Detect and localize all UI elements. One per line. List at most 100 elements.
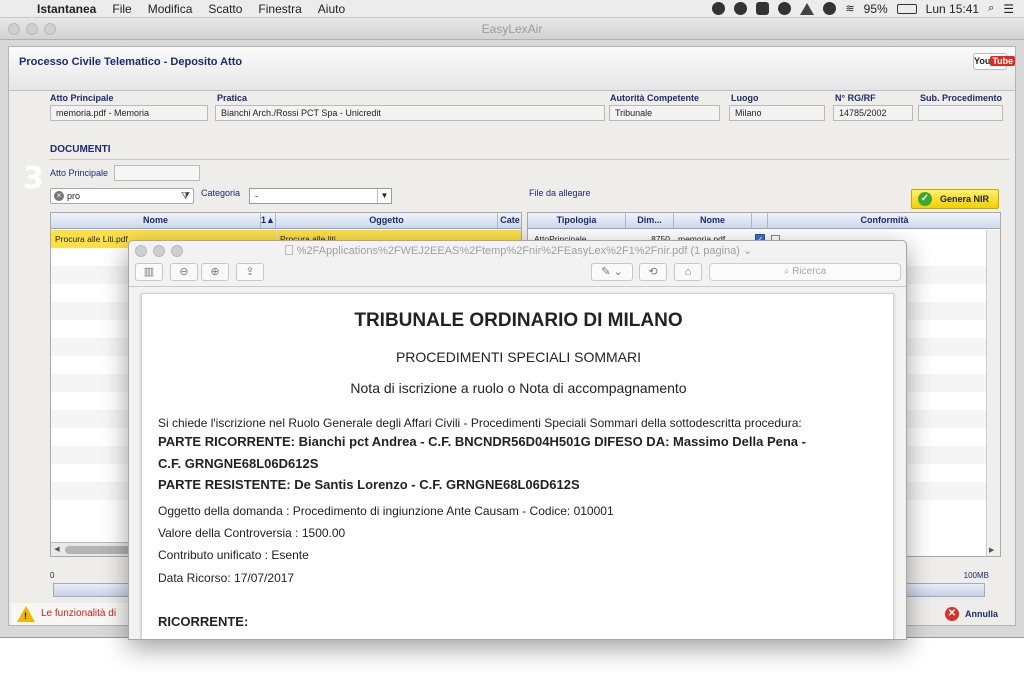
- atto-principale-label: Atto Principale: [50, 93, 114, 103]
- pratica-field[interactable]: Bianchi Arch./Rossi PCT Spa - Unicredit: [215, 105, 605, 121]
- doc-data-ricorso: Data Ricorso: 17/07/2017: [158, 571, 295, 585]
- youtube-button[interactable]: You Tube: [973, 53, 1016, 70]
- page-title: Processo Civile Telematico - Deposito At…: [19, 56, 243, 68]
- sync-icon[interactable]: [734, 2, 748, 15]
- step-number: 3: [23, 161, 44, 196]
- column-header-sort[interactable]: 1▲: [261, 213, 276, 229]
- filter-icon[interactable]: ⧩: [181, 190, 190, 204]
- categoria-value: -: [255, 191, 258, 201]
- rotate-icon[interactable]: ⟲: [639, 263, 667, 281]
- filter-input[interactable]: × pro ⧩: [50, 188, 194, 204]
- minimize-preview-button[interactable]: [153, 245, 165, 257]
- column-header-nome[interactable]: Nome: [674, 213, 752, 229]
- doc-subheading: PROCEDIMENTI SPECIALI SOMMARI: [395, 349, 642, 365]
- doc-parte-ricorrente: PARTE RICORRENTE: Bianchi pct Andrea - C…: [158, 434, 806, 449]
- rg-field[interactable]: 14785/2002: [833, 105, 913, 121]
- close-preview-button[interactable]: [135, 245, 147, 257]
- preview-title: %2FApplications%2FWEJ2EEAS%2Ftemp%2Fnir%…: [296, 245, 740, 257]
- scroll-down-icon[interactable]: ▶: [989, 546, 994, 554]
- vpn-icon[interactable]: [712, 2, 726, 15]
- pratica-label: Pratica: [217, 93, 248, 103]
- doc-valore: Valore della Controversia : 1500.00: [158, 526, 346, 540]
- preview-search-field[interactable]: ⌕ Ricerca: [709, 263, 901, 281]
- pdf-page: TRIBUNALE ORDINARIO DI MILANO PROCEDIMEN…: [141, 293, 894, 639]
- doc-intro: Si chiede l'iscrizione nel Ruolo General…: [158, 416, 802, 430]
- progress-max-label: 100MB: [963, 571, 989, 580]
- documenti-title: DOCUMENTI: [50, 144, 111, 155]
- warning-text: Le funzionalità di: [41, 608, 117, 619]
- sub-procedimento-label: Sub. Procedimento: [920, 93, 1003, 103]
- search-icon[interactable]: ⌕: [988, 2, 994, 15]
- warning-banner: ! Le funzionalità di: [11, 603, 129, 625]
- atto-principale-field[interactable]: memoria.pdf - Memoria: [50, 105, 208, 121]
- categoria-select[interactable]: - ▼: [249, 188, 392, 204]
- toolbox-icon[interactable]: ⌂: [674, 263, 702, 281]
- doc-nota: Nota di iscrizione a ruolo o Nota di acc…: [350, 380, 687, 396]
- annulla-button[interactable]: ✕ Annulla: [941, 604, 1011, 624]
- atto-principale-doc-field[interactable]: [114, 165, 200, 181]
- genera-nir-button[interactable]: ✓ Genera NIR: [911, 189, 999, 209]
- column-header-categoria[interactable]: Cate: [498, 213, 521, 229]
- sub-procedimento-field[interactable]: [918, 105, 1003, 121]
- scroll-left-icon[interactable]: ◀: [51, 543, 63, 556]
- upload-icon[interactable]: [823, 2, 837, 15]
- filter-input-value: pro: [67, 191, 81, 201]
- column-header-tipologia[interactable]: Tipologia: [528, 213, 626, 229]
- atto-principale-doc-label: Atto Principale: [50, 168, 109, 178]
- luogo-field[interactable]: Milano: [729, 105, 825, 121]
- doc-oggetto: Oggetto della domanda : Procedimento di …: [158, 504, 614, 518]
- header-band: Processo Civile Telematico - Deposito At…: [9, 47, 1016, 91]
- doc-heading: TRIBUNALE ORDINARIO DI MILANO: [354, 310, 683, 331]
- column-header-nome[interactable]: Nome: [51, 213, 261, 229]
- preview-search-placeholder: Ricerca: [792, 266, 827, 277]
- column-header-dimensione[interactable]: Dim...: [626, 213, 674, 229]
- menu-finestra[interactable]: Finestra: [251, 2, 310, 16]
- column-header-oggetto[interactable]: Oggetto: [276, 213, 498, 229]
- markup-icon[interactable]: ✎ ⌄: [591, 263, 633, 281]
- drive-icon[interactable]: [800, 2, 815, 15]
- menu-modifica[interactable]: Modifica: [141, 2, 202, 16]
- close-window-button[interactable]: [8, 23, 20, 35]
- genera-nir-label: Genera NIR: [940, 194, 990, 204]
- pdf-preview-window: %2FApplications%2FWEJ2EEAS%2Ftemp%2Fnir%…: [128, 240, 907, 640]
- battery-icon[interactable]: [896, 3, 917, 14]
- luogo-label: Luogo: [731, 93, 759, 103]
- minimize-window-button[interactable]: [26, 23, 38, 35]
- chevron-down-icon: ▼: [377, 189, 391, 203]
- dropbox-icon[interactable]: [756, 2, 770, 15]
- vertical-scrollbar[interactable]: ▶: [986, 230, 1000, 556]
- zoom-out-icon[interactable]: ⊖: [170, 263, 198, 281]
- doc-parte-resistente: PARTE RESISTENTE: De Santis Lorenzo - C.…: [158, 477, 580, 492]
- zoom-preview-button[interactable]: [171, 245, 183, 257]
- zoom-window-button[interactable]: [44, 23, 56, 35]
- menu-app-name[interactable]: Istantanea: [30, 2, 105, 16]
- battery-percent: 95%: [863, 1, 888, 16]
- menu-scatto[interactable]: Scatto: [201, 2, 251, 16]
- clock[interactable]: Lun 15:41: [926, 2, 979, 16]
- categoria-label: Categoria: [201, 188, 241, 198]
- notifications-icon[interactable]: ☰: [1003, 2, 1014, 16]
- zoom-in-icon[interactable]: ⊕: [201, 263, 229, 281]
- menubar: Istantanea File Modifica Scatto Finestra…: [0, 0, 1024, 18]
- file-da-allegare-label: File da allegare: [529, 188, 591, 198]
- preview-titlebar: %2FApplications%2FWEJ2EEAS%2Ftemp%2Fnir%…: [129, 241, 906, 261]
- clear-icon[interactable]: ×: [54, 191, 64, 201]
- status-area: ≋ 95% Lun 15:41 ⌕ ☰: [712, 2, 1024, 16]
- autorita-field[interactable]: Tribunale: [609, 105, 720, 121]
- doc-contributo: Contributo unificato : Esente: [158, 548, 309, 562]
- menu-aiuto[interactable]: Aiuto: [311, 2, 354, 16]
- column-header-conformita[interactable]: Conformità: [768, 213, 1000, 229]
- sort-index: 1: [261, 215, 267, 225]
- wifi-icon[interactable]: ≋: [845, 2, 854, 15]
- pdf-file-icon: [284, 245, 293, 255]
- sidebar-toggle-icon[interactable]: ▥: [135, 263, 163, 281]
- share-icon[interactable]: ⇪: [236, 263, 264, 281]
- youtube-label: You: [974, 56, 991, 66]
- doc-parte-ricorrente-cf: C.F. GRNGNE68L06D612S: [158, 456, 319, 471]
- autorita-label: Autorità Competente: [610, 93, 700, 103]
- window-title: EasyLexAir: [481, 22, 543, 36]
- malwarebytes-icon[interactable]: [778, 2, 792, 15]
- column-header-check[interactable]: [752, 213, 768, 229]
- menu-file[interactable]: File: [105, 2, 140, 16]
- cancel-icon: ✕: [945, 607, 959, 621]
